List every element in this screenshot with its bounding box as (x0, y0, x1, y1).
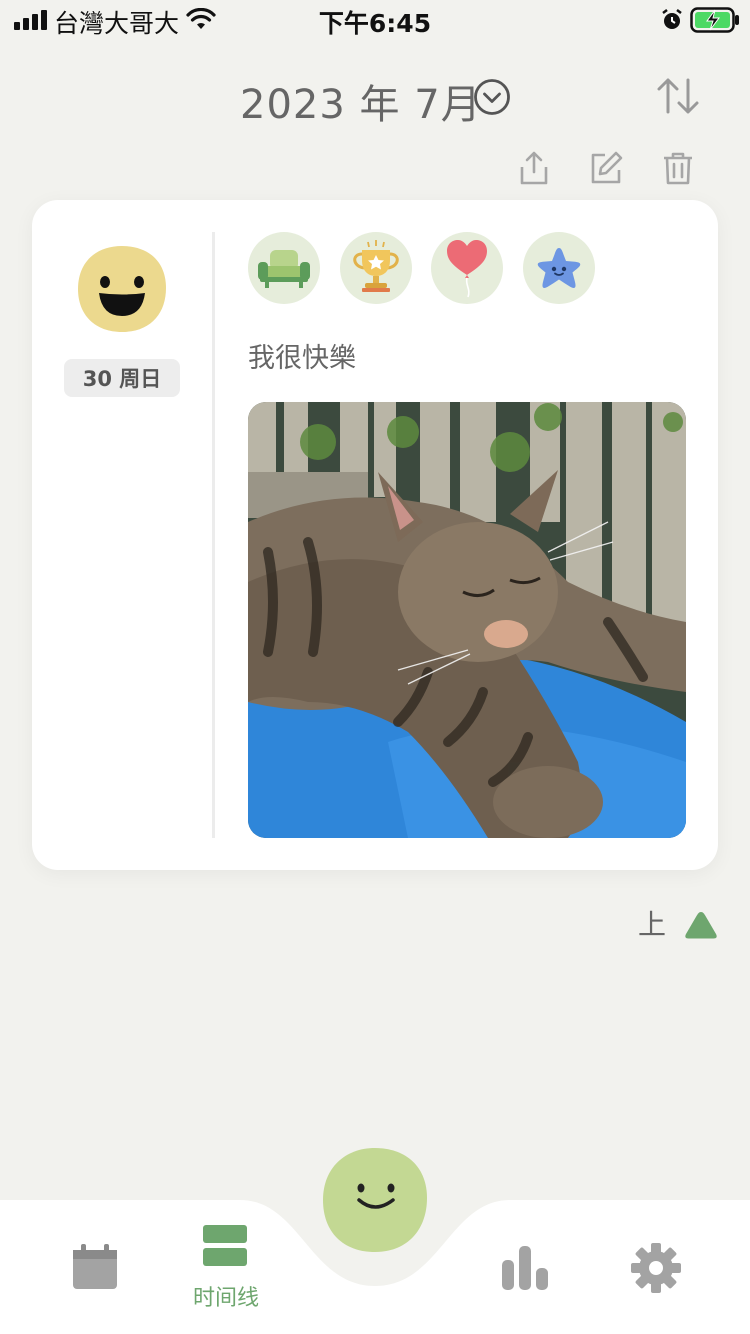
settings-icon[interactable] (630, 1242, 682, 1294)
activity-balloon (431, 232, 503, 304)
month-title[interactable]: 2023 年 7月 (240, 72, 482, 130)
stats-icon[interactable] (502, 1246, 548, 1290)
entry-card[interactable]: 30 周日 我很快樂 (32, 200, 718, 870)
couch-icon (258, 250, 310, 288)
divider (212, 232, 215, 838)
edit-icon[interactable] (588, 150, 624, 186)
balloon-icon (447, 240, 487, 298)
happy-face-icon (78, 246, 166, 332)
activity-couch (248, 232, 320, 304)
activity-trophy (340, 232, 412, 304)
trophy-icon (353, 240, 399, 292)
calendar-icon[interactable] (72, 1244, 118, 1290)
triangle-up-icon[interactable] (684, 910, 718, 940)
trash-icon[interactable] (660, 150, 696, 186)
status-time: 下午6:45 (318, 9, 432, 38)
star-icon (537, 248, 581, 288)
tab-timeline-label[interactable]: 时间线 (186, 1280, 266, 1312)
timeline-icon[interactable] (203, 1225, 247, 1267)
add-mood-button[interactable] (321, 1146, 429, 1254)
entry-note: 我很快樂 (248, 343, 356, 374)
entry-photo[interactable] (248, 402, 686, 838)
sort-icon[interactable] (656, 76, 700, 116)
status-bar: 台灣大哥大 下午6:45 (0, 0, 750, 40)
day-badge: 30 周日 (64, 359, 180, 397)
battery-icon (690, 7, 739, 33)
back-to-top-label[interactable]: 上 (638, 903, 666, 943)
share-icon[interactable] (516, 150, 552, 186)
chevron-down-icon[interactable] (473, 78, 511, 116)
activity-star (523, 232, 595, 304)
alarm-icon (662, 9, 682, 29)
